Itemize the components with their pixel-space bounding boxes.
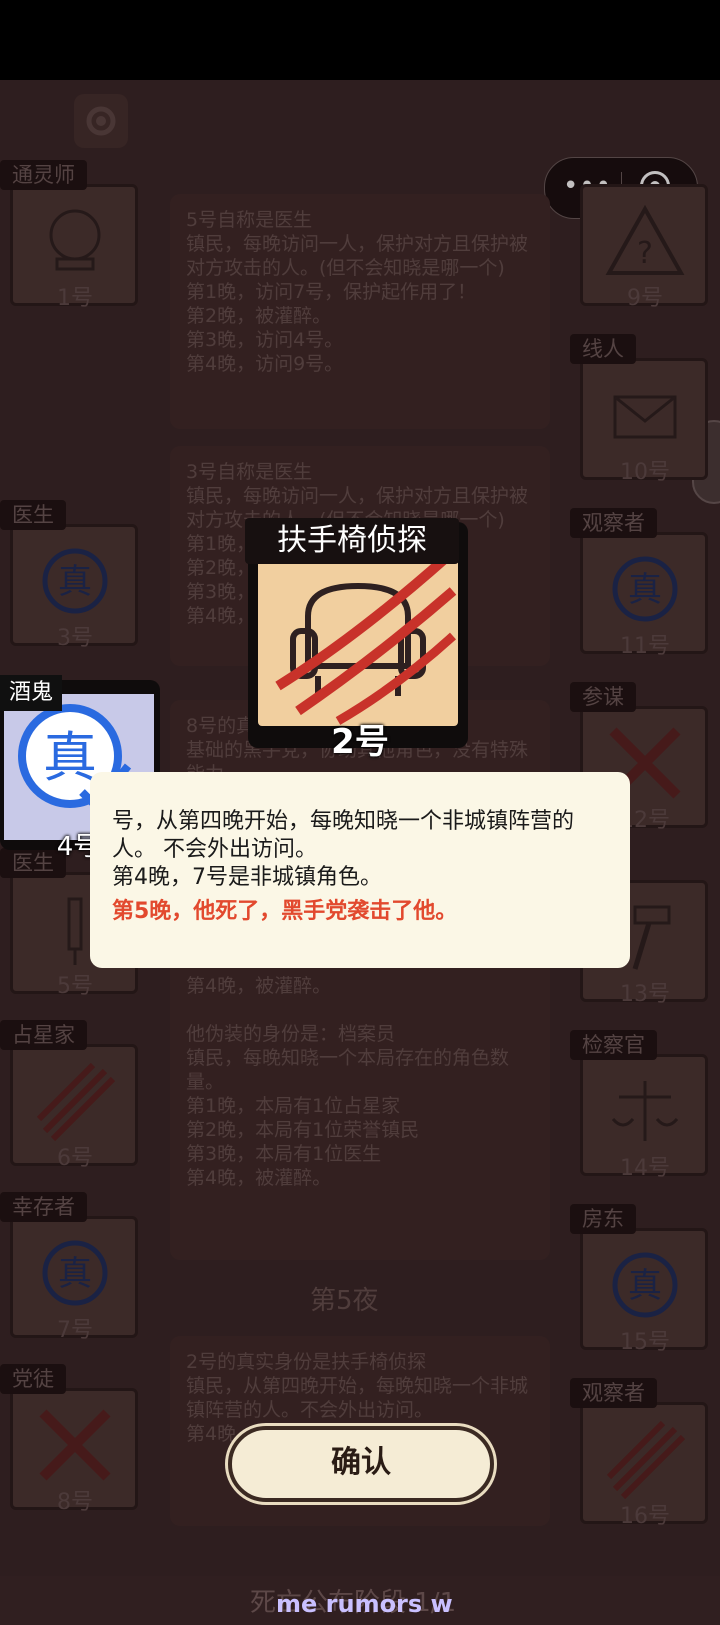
tooltip-death-note: 第5晚，他死了，黑手党袭击了他。 bbox=[112, 899, 458, 924]
tooltip-line: 号，从第四晚开始，每晚知晓一个非城镇阵营的人。 不会外出访问。 bbox=[112, 809, 575, 862]
tooltip-description: 号，从第四晚开始，每晚知晓一个非城镇阵营的人。 不会外出访问。 第4晚，7号是非… bbox=[112, 808, 612, 892]
rumor-ticker: me rumors w bbox=[276, 1590, 453, 1618]
drunk-role-title: 酒鬼 bbox=[0, 675, 62, 711]
armchair-icon bbox=[275, 552, 457, 725]
svg-text:真: 真 bbox=[43, 726, 97, 789]
confirm-button[interactable]: 确认 bbox=[228, 1426, 494, 1502]
info-tooltip: 号，从第四晚开始，每晚知晓一个非城镇阵营的人。 不会外出访问。 第4晚，7号是非… bbox=[90, 772, 630, 968]
status-bar bbox=[0, 0, 720, 80]
tooltip-line: 第4晚，7号是非城镇角色。 bbox=[112, 865, 382, 890]
dead-role-title: 扶手椅侦探 bbox=[245, 518, 459, 564]
dead-player-number: 2号 bbox=[331, 722, 389, 762]
armchair-card-face bbox=[258, 536, 458, 726]
phase-footer: 死亡公布阶段 1/1 me rumors w bbox=[0, 1576, 720, 1625]
